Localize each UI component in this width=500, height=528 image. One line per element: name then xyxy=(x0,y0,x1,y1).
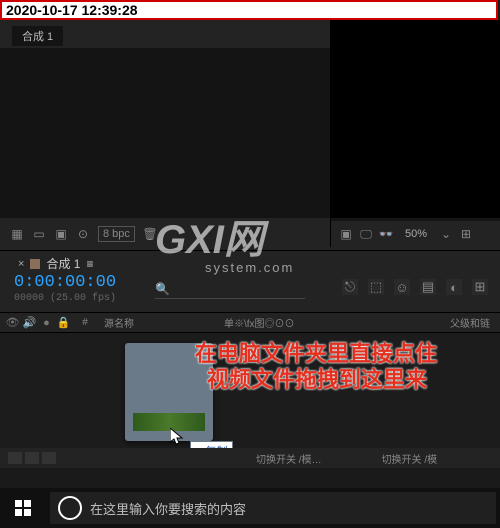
tool-draft3d-icon[interactable]: ⬚ xyxy=(368,279,384,295)
viewer-footer: ▣ 🖵 👓 50% ⌄ ⊞ xyxy=(331,221,500,247)
upper-panels: 合成 1 ▦ ▭ ▣ ⊙ 8 bpc 🗑 ▣ 🖵 👓 50% ⌄ ⊞ xyxy=(0,20,500,250)
zoom-toggles[interactable] xyxy=(0,452,56,464)
interpret-footage-icon[interactable]: ▦ xyxy=(10,227,24,241)
tool-motion-blur-icon[interactable]: ◐ xyxy=(446,279,462,295)
column-number[interactable]: # xyxy=(70,317,100,328)
search-icon: 🔍 xyxy=(155,282,170,296)
gpu-icon[interactable]: 🖵 xyxy=(359,227,373,241)
new-comp-icon[interactable]: ▣ xyxy=(54,227,68,241)
current-timecode[interactable]: 0:00:00:00 xyxy=(14,273,116,292)
timeline-tab-label: 合成 1 xyxy=(46,255,80,272)
toggle-switches-label[interactable]: 切换开关 /模… xyxy=(56,451,322,466)
video-toggle-icon[interactable]: 👁 xyxy=(6,316,19,329)
timeline-tools: ⎋ ⬚ ☺ ▤ ◐ ⊞ xyxy=(342,279,488,295)
composition-viewer: ▣ 🖵 👓 50% ⌄ ⊞ xyxy=(330,20,500,247)
composition-icon xyxy=(30,259,40,269)
settings-icon[interactable]: ⊙ xyxy=(76,227,90,241)
timeline-column-headers: 👁 🔊 ● 🔒 # 源名称 单※\fx图◎⊙⊙ 父级和链 xyxy=(0,313,500,333)
fullres-icon[interactable]: ⊞ xyxy=(459,227,473,241)
bpc-button[interactable]: 8 bpc xyxy=(98,226,135,242)
zoom-dropdown-icon[interactable]: ⌄ xyxy=(439,227,453,241)
trash-icon[interactable]: 🗑 xyxy=(143,227,157,241)
tool-frame-blend-icon[interactable]: ▤ xyxy=(420,279,436,295)
column-parent[interactable]: 父级和链 xyxy=(450,315,500,330)
toggle-switches-label-2[interactable]: 切换开关 /模 xyxy=(322,451,438,466)
timeline-layer-area[interactable]: 在电脑文件夹里直接点住 视频文件拖拽到这里来 + 复制 xyxy=(0,333,500,448)
taskbar-search[interactable]: 在这里输入你要搜索的内容 xyxy=(50,492,496,524)
timeline-footer: 切换开关 /模… 切换开关 /模 xyxy=(0,448,500,468)
project-tab[interactable]: 合成 1 xyxy=(12,26,63,46)
mask-icon[interactable]: 👓 xyxy=(379,227,393,241)
instruction-line1: 在电脑文件夹里直接点住 xyxy=(195,341,437,367)
timeline-tab[interactable]: × 合成 1 ≡ xyxy=(18,255,93,272)
tool-comp-flowchart-icon[interactable]: ⎋ xyxy=(342,279,358,295)
project-footer: ▦ ▭ ▣ ⊙ 8 bpc 🗑 xyxy=(0,221,330,247)
instruction-annotation: 在电脑文件夹里直接点住 视频文件拖拽到这里来 xyxy=(195,341,437,394)
timestamp-overlay: 2020-10-17 12:39:28 xyxy=(0,0,498,20)
timeline-search[interactable]: 🔍 xyxy=(155,279,305,299)
start-button[interactable] xyxy=(0,488,46,528)
taskbar-search-placeholder: 在这里输入你要搜索的内容 xyxy=(90,499,246,518)
project-bin[interactable] xyxy=(0,48,330,218)
thumbnail-preview xyxy=(133,413,205,431)
instruction-line2: 视频文件拖拽到这里来 xyxy=(195,367,437,393)
new-folder-icon[interactable]: ▭ xyxy=(32,227,46,241)
windows-icon xyxy=(15,500,31,516)
audio-toggle-icon[interactable]: 🔊 xyxy=(23,316,36,329)
fps-label: 00000 (25.00 fps) xyxy=(14,293,116,304)
viewer-mode-icon[interactable]: ▣ xyxy=(339,227,353,241)
column-switches[interactable]: 单※\fx图◎⊙⊙ xyxy=(220,315,450,330)
tab-menu-icon[interactable]: ≡ xyxy=(86,257,93,271)
timeline-header: × 合成 1 ≡ 0:00:00:00 00000 (25.00 fps) 🔍 … xyxy=(0,251,500,313)
project-panel: 合成 1 ▦ ▭ ▣ ⊙ 8 bpc 🗑 xyxy=(0,20,330,247)
column-source-name[interactable]: 源名称 xyxy=(100,315,220,330)
av-toggle-headers: 👁 🔊 ● 🔒 xyxy=(0,316,70,329)
timeline-panel: × 合成 1 ≡ 0:00:00:00 00000 (25.00 fps) 🔍 … xyxy=(0,250,500,468)
windows-taskbar: 在这里输入你要搜索的内容 xyxy=(0,488,500,528)
tool-graph-icon[interactable]: ⊞ xyxy=(472,279,488,295)
close-tab-icon[interactable]: × xyxy=(18,258,24,270)
lock-toggle-icon[interactable]: 🔒 xyxy=(57,316,70,329)
cortana-icon xyxy=(58,496,82,520)
solo-toggle-icon[interactable]: ● xyxy=(40,316,53,329)
cursor-icon xyxy=(170,428,184,446)
tool-shy-icon[interactable]: ☺ xyxy=(394,279,410,295)
zoom-level[interactable]: 50% xyxy=(399,226,433,242)
viewer-canvas[interactable] xyxy=(331,20,500,218)
